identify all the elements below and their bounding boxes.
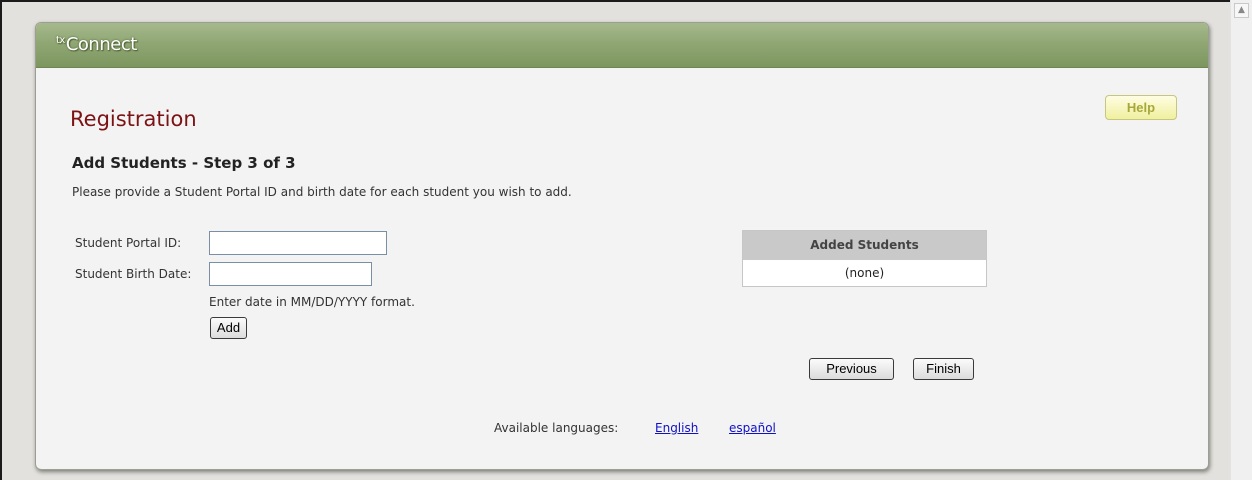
finish-button[interactable]: Finish: [913, 358, 974, 380]
add-button[interactable]: Add: [210, 317, 247, 339]
language-link-english[interactable]: English: [655, 421, 698, 435]
instructions-text: Please provide a Student Portal ID and b…: [72, 185, 572, 199]
scroll-up-arrow-icon[interactable]: ▲: [1234, 3, 1249, 18]
languages-label: Available languages:: [494, 421, 619, 435]
added-students-table: Added Students (none): [742, 230, 987, 287]
portal-id-label: Student Portal ID:: [75, 236, 182, 250]
logo-prefix: tx: [56, 35, 65, 46]
previous-button[interactable]: Previous: [809, 358, 894, 380]
date-format-hint: Enter date in MM/DD/YYYY format.: [209, 295, 415, 309]
language-link-espanol[interactable]: español: [729, 421, 776, 435]
vertical-scrollbar[interactable]: ▲: [1230, 0, 1252, 480]
page-title: Registration: [70, 107, 197, 131]
added-students-header: Added Students: [743, 231, 986, 260]
birth-date-input[interactable]: [209, 262, 372, 286]
step-heading: Add Students - Step 3 of 3: [72, 154, 296, 172]
help-button[interactable]: Help: [1105, 95, 1177, 120]
portal-id-input[interactable]: [209, 231, 387, 255]
app-header: txConnect: [36, 23, 1208, 68]
birth-date-label: Student Birth Date:: [75, 267, 192, 281]
txconnect-logo: txConnect: [56, 34, 137, 55]
main-panel: txConnect Help Registration Add Students…: [35, 22, 1209, 470]
browser-viewport: txConnect Help Registration Add Students…: [0, 0, 1252, 480]
added-students-row: (none): [844, 266, 885, 280]
logo-text: Connect: [65, 34, 137, 55]
